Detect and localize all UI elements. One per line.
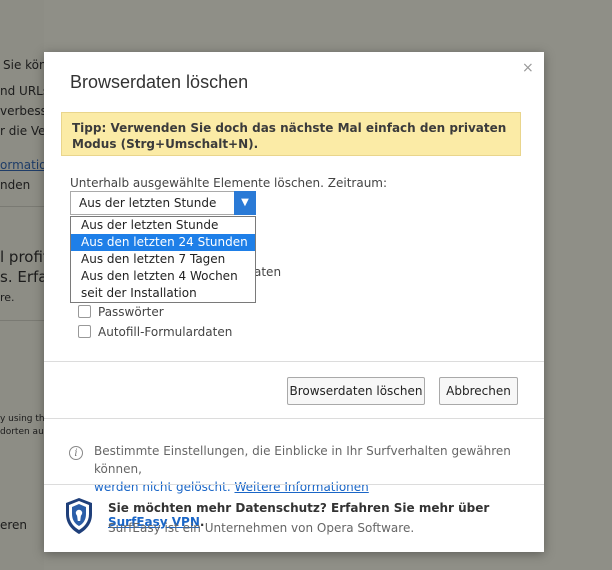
background-text: nden	[0, 178, 31, 192]
clear-browsing-data-button[interactable]: Browserdaten löschen	[287, 377, 425, 405]
not-deleted-link[interactable]: werden nicht gelöscht.	[94, 480, 231, 494]
divider	[44, 361, 544, 362]
passwords-label: Passwörter	[98, 305, 164, 319]
clear-browsing-data-dialog: Browserdaten löschen × Tipp: Verwenden S…	[44, 52, 544, 552]
time-range-label: Unterhalb ausgewählte Elemente löschen. …	[70, 176, 388, 190]
partially-hidden-option-label: aten	[254, 265, 282, 279]
time-range-option-1h[interactable]: Aus der letzten Stunde	[71, 217, 255, 234]
time-range-selected-value: Aus der letzten Stunde	[79, 196, 217, 210]
chevron-down-icon[interactable]: ▼	[234, 191, 256, 215]
dialog-title: Browserdaten löschen	[70, 72, 249, 92]
info-text: Bestimmte Einstellungen, die Einblicke i…	[94, 442, 514, 496]
time-range-option-4w[interactable]: Aus den letzten 4 Wochen	[71, 268, 255, 285]
close-icon[interactable]: ×	[522, 60, 534, 76]
passwords-checkbox[interactable]	[78, 305, 91, 318]
checkbox-row-passwords[interactable]: Passwörter	[78, 305, 164, 319]
shield-icon	[66, 498, 92, 534]
info-icon: i	[69, 446, 83, 460]
more-info-link[interactable]: Weitere Informationen	[234, 480, 368, 494]
background-text: r die Ver	[0, 124, 51, 138]
time-range-option-all[interactable]: seit der Installation	[71, 285, 255, 302]
background-text: eren	[0, 518, 28, 532]
cancel-button[interactable]: Abbrechen	[439, 377, 518, 405]
background-divider	[0, 206, 44, 207]
autofill-label: Autofill-Formulardaten	[98, 325, 233, 339]
autofill-checkbox[interactable]	[78, 325, 91, 338]
divider	[44, 484, 544, 485]
background-text: nd URLs	[0, 84, 50, 98]
info-text-main: Bestimmte Einstellungen, die Einblicke i…	[94, 444, 511, 476]
tip-banner: Tipp: Verwenden Sie doch das nächste Mal…	[61, 112, 521, 156]
background-text: y using th	[0, 414, 45, 424]
time-range-select[interactable]: Aus der letzten Stunde ▼	[70, 191, 256, 215]
checkbox-row-autofill[interactable]: Autofill-Formulardaten	[78, 325, 232, 339]
promo-subtext: SurfEasy ist ein Unternehmen von Opera S…	[108, 521, 415, 535]
background-text: re.	[0, 291, 15, 304]
divider	[44, 418, 544, 419]
promo-text-main: Sie möchten mehr Datenschutz? Erfahren S…	[108, 501, 490, 515]
time-range-option-7d[interactable]: Aus den letzten 7 Tagen	[71, 251, 255, 268]
time-range-option-24h[interactable]: Aus den letzten 24 Stunden	[71, 234, 255, 251]
background-text: dorten auf	[0, 427, 47, 437]
background-divider	[0, 320, 44, 321]
time-range-dropdown: Aus der letzten Stunde Aus den letzten 2…	[70, 216, 256, 303]
